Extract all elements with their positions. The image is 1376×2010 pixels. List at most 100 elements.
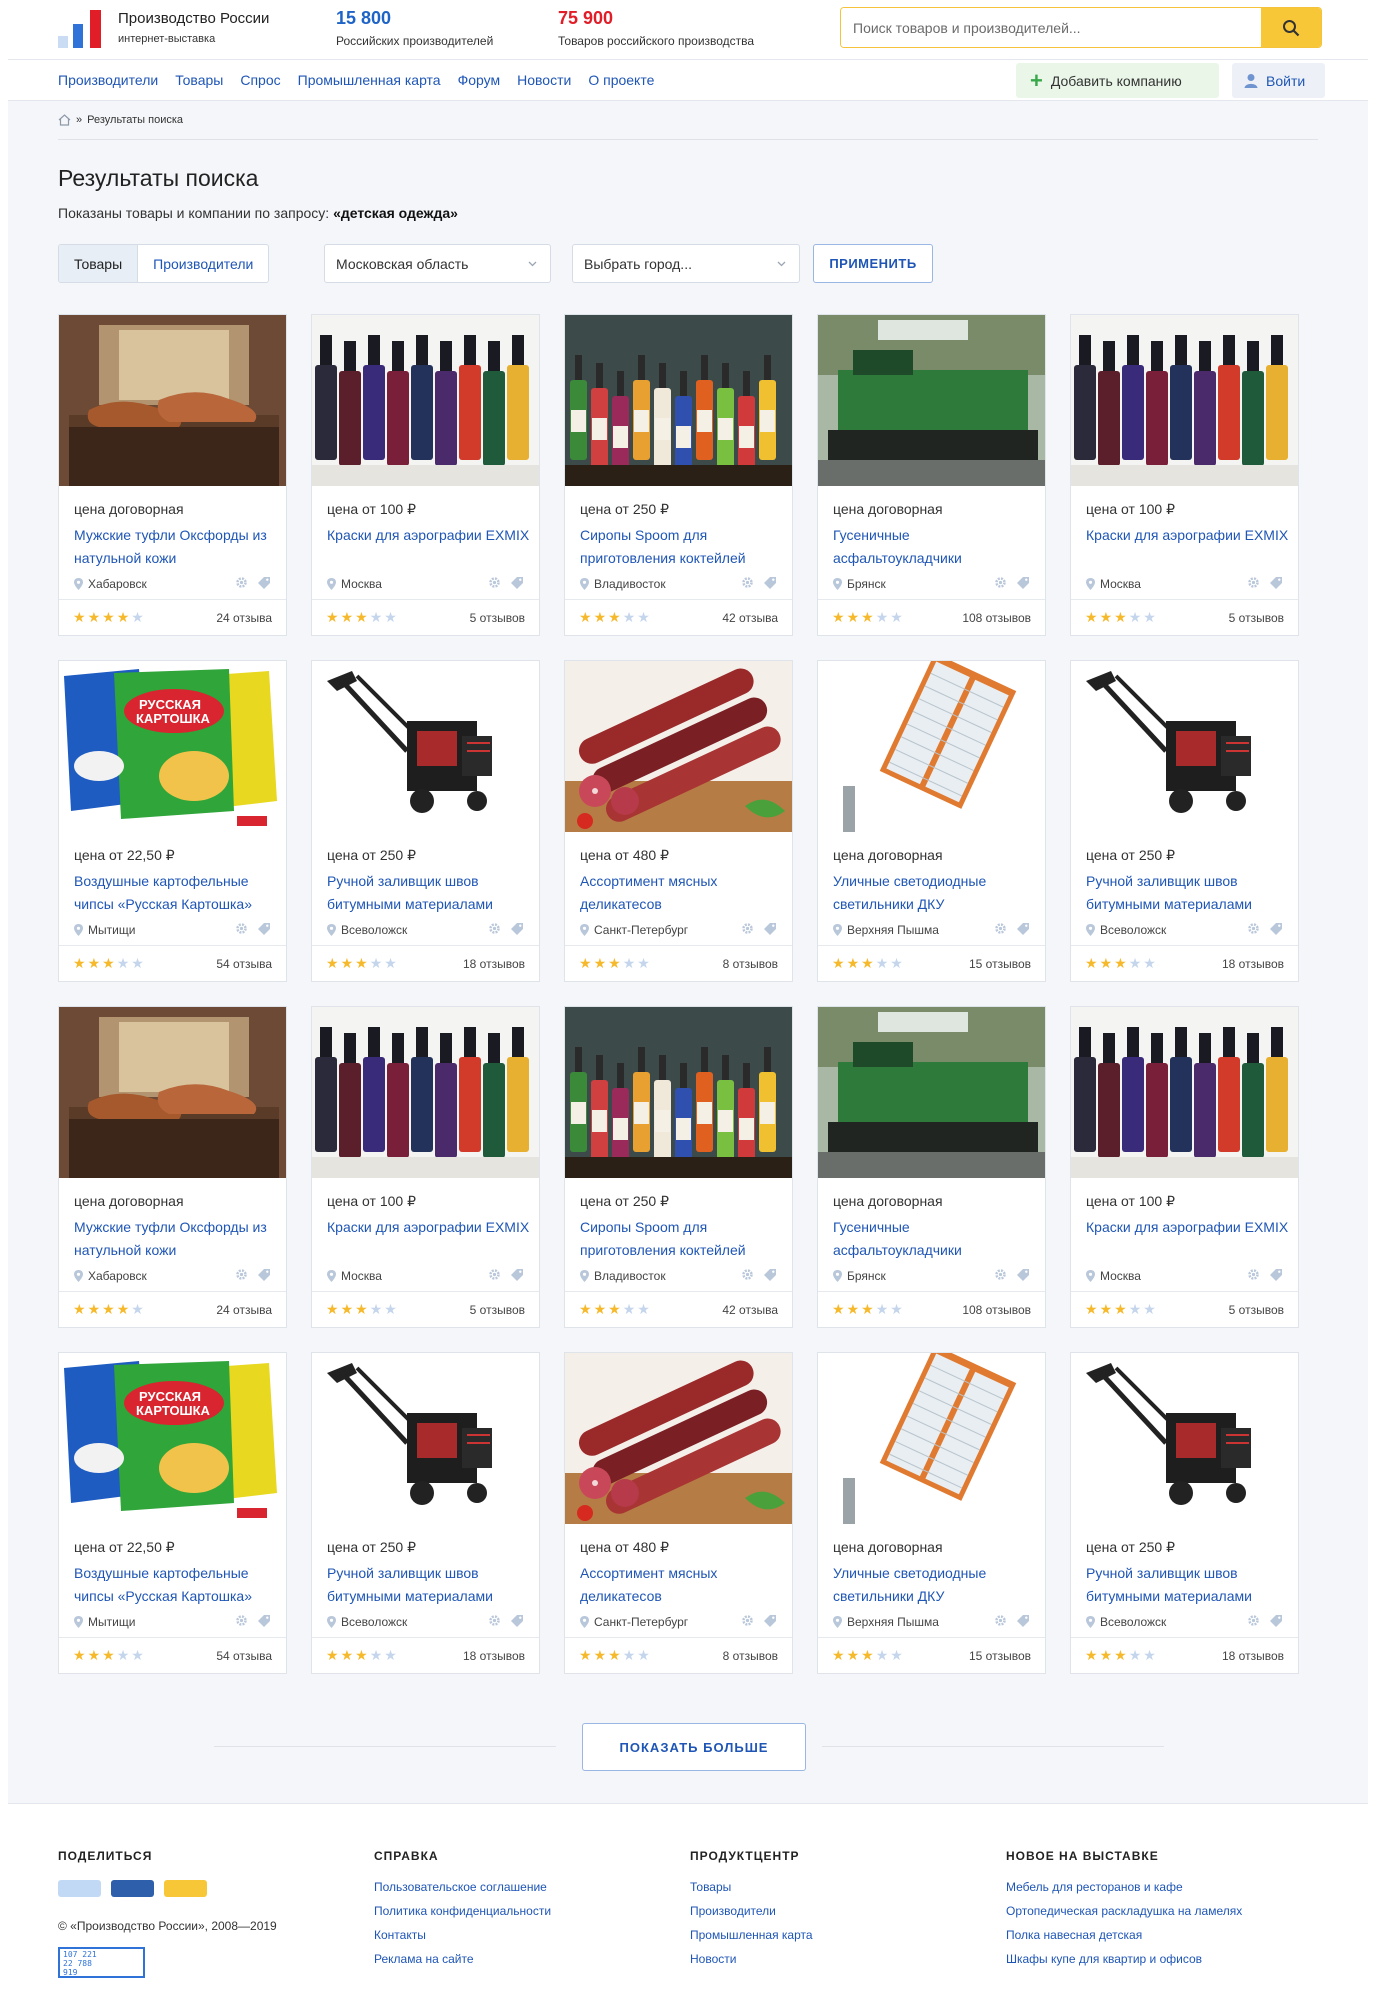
product-card[interactable]: цена договорная Гусеничные асфальтоуклад… bbox=[817, 1006, 1046, 1328]
reviews-count[interactable]: 42 отзыва bbox=[722, 611, 778, 625]
tag-icon[interactable] bbox=[1017, 1268, 1030, 1281]
product-title-link[interactable]: Краски для аэрографии EXMIX bbox=[1086, 524, 1291, 547]
gear-icon[interactable] bbox=[1247, 1268, 1260, 1281]
product-title-link[interactable]: Уличные светодиодные светильники ДКУ bbox=[833, 1562, 1038, 1608]
product-card[interactable]: цена от 480 ₽ Ассортимент мясных деликат… bbox=[564, 1352, 793, 1674]
product-image[interactable]: РУССКАЯ КАРТОШКА bbox=[59, 661, 286, 832]
product-card[interactable]: цена договорная Мужские туфли Оксфорды и… bbox=[58, 314, 287, 636]
footer-link-map[interactable]: Промышленная карта bbox=[690, 1928, 813, 1942]
product-image[interactable] bbox=[59, 315, 286, 486]
product-title-link[interactable]: Ручной заливщик швов битумными материала… bbox=[1086, 1562, 1291, 1608]
product-image[interactable] bbox=[1071, 1007, 1298, 1178]
region-select[interactable]: Московская область bbox=[324, 244, 551, 283]
product-title-link[interactable]: Мужские туфли Оксфорды из натульной кожи bbox=[74, 1216, 279, 1262]
reviews-count[interactable]: 5 отзывов bbox=[1229, 611, 1284, 625]
tag-icon[interactable] bbox=[1017, 576, 1030, 589]
reviews-count[interactable]: 18 отзывов bbox=[1222, 1649, 1284, 1663]
share-facebook-button[interactable] bbox=[111, 1880, 154, 1897]
footer-link-news[interactable]: Новости bbox=[690, 1952, 813, 1966]
product-card[interactable]: цена от 100 ₽ Краски для аэрографии EXMI… bbox=[311, 1006, 540, 1328]
gear-icon[interactable] bbox=[235, 922, 248, 935]
product-title-link[interactable]: Гусеничные асфальтоукладчики bbox=[833, 524, 1038, 570]
reviews-count[interactable]: 108 отзывов bbox=[962, 611, 1031, 625]
nav-makers[interactable]: Производители bbox=[58, 72, 158, 88]
reviews-count[interactable]: 8 отзывов bbox=[723, 957, 778, 971]
footer-link-contacts[interactable]: Контакты bbox=[374, 1928, 551, 1942]
gear-icon[interactable] bbox=[488, 922, 501, 935]
reviews-count[interactable]: 15 отзывов bbox=[969, 957, 1031, 971]
gear-icon[interactable] bbox=[235, 576, 248, 589]
product-image[interactable] bbox=[565, 1007, 792, 1178]
gear-icon[interactable] bbox=[1247, 922, 1260, 935]
product-card[interactable]: цена договорная Гусеничные асфальтоуклад… bbox=[817, 314, 1046, 636]
reviews-count[interactable]: 24 отзыва bbox=[216, 611, 272, 625]
nav-about[interactable]: О проекте bbox=[588, 72, 654, 88]
gear-icon[interactable] bbox=[741, 922, 754, 935]
gear-icon[interactable] bbox=[994, 1614, 1007, 1627]
reviews-count[interactable]: 5 отзывов bbox=[470, 611, 525, 625]
footer-link-new-item[interactable]: Полка навесная детская bbox=[1006, 1928, 1242, 1942]
reviews-count[interactable]: 18 отзывов bbox=[1222, 957, 1284, 971]
tag-icon[interactable] bbox=[764, 922, 777, 935]
product-image[interactable] bbox=[1071, 661, 1298, 832]
product-card[interactable]: цена договорная Уличные светодиодные све… bbox=[817, 1352, 1046, 1674]
tag-icon[interactable] bbox=[1017, 1614, 1030, 1627]
product-title-link[interactable]: Ассортимент мясных деликатесов bbox=[580, 1562, 785, 1608]
footer-link-new-item[interactable]: Мебель для ресторанов и кафе bbox=[1006, 1880, 1242, 1894]
reviews-count[interactable]: 5 отзывов bbox=[470, 1303, 525, 1317]
product-title-link[interactable]: Мужские туфли Оксфорды из натульной кожи bbox=[74, 524, 279, 570]
product-title-link[interactable]: Уличные светодиодные светильники ДКУ bbox=[833, 870, 1038, 916]
product-title-link[interactable]: Сиропы Spoom для приготовления коктейлей bbox=[580, 524, 785, 570]
tag-icon[interactable] bbox=[764, 1268, 777, 1281]
product-card[interactable]: цена от 250 ₽ Ручной заливщик швов битум… bbox=[311, 1352, 540, 1674]
product-image[interactable] bbox=[59, 1007, 286, 1178]
reviews-count[interactable]: 108 отзывов bbox=[962, 1303, 1031, 1317]
product-card[interactable]: РУССКАЯ КАРТОШКА цена от 22,50 ₽ Воздушны… bbox=[58, 660, 287, 982]
product-image[interactable] bbox=[312, 661, 539, 832]
product-card[interactable]: цена от 250 ₽ Ручной заливщик швов битум… bbox=[1070, 1352, 1299, 1674]
nav-news[interactable]: Новости bbox=[517, 72, 571, 88]
tag-icon[interactable] bbox=[511, 576, 524, 589]
reviews-count[interactable]: 18 отзывов bbox=[463, 1649, 525, 1663]
tag-icon[interactable] bbox=[258, 922, 271, 935]
product-image[interactable] bbox=[565, 315, 792, 486]
add-company-button[interactable]: + Добавить компанию bbox=[1016, 63, 1219, 98]
nav-goods[interactable]: Товары bbox=[175, 72, 223, 88]
tag-icon[interactable] bbox=[764, 576, 777, 589]
tag-icon[interactable] bbox=[258, 1614, 271, 1627]
product-image[interactable] bbox=[312, 1353, 539, 1524]
gear-icon[interactable] bbox=[741, 1268, 754, 1281]
product-card[interactable]: цена от 100 ₽ Краски для аэрографии EXMI… bbox=[1070, 314, 1299, 636]
product-card[interactable]: цена от 250 ₽ Сиропы Spoom для приготовл… bbox=[564, 1006, 793, 1328]
share-vk-button[interactable] bbox=[58, 1880, 101, 1897]
tag-icon[interactable] bbox=[1270, 1268, 1283, 1281]
product-title-link[interactable]: Краски для аэрографии EXMIX bbox=[327, 1216, 532, 1239]
footer-link-goods[interactable]: Товары bbox=[690, 1880, 813, 1894]
home-icon[interactable] bbox=[58, 114, 71, 126]
gear-icon[interactable] bbox=[235, 1268, 248, 1281]
product-image[interactable]: РУССКАЯ КАРТОШКА bbox=[59, 1353, 286, 1524]
reviews-count[interactable]: 5 отзывов bbox=[1229, 1303, 1284, 1317]
footer-link-makers[interactable]: Производители bbox=[690, 1904, 813, 1918]
product-title-link[interactable]: Воздушные картофельные чипсы «Русская Ка… bbox=[74, 1562, 279, 1608]
product-title-link[interactable]: Ручной заливщик швов битумными материала… bbox=[327, 870, 532, 916]
nav-demand[interactable]: Спрос bbox=[240, 72, 280, 88]
product-image[interactable] bbox=[818, 661, 1045, 832]
tag-icon[interactable] bbox=[258, 576, 271, 589]
product-image[interactable] bbox=[818, 1007, 1045, 1178]
footer-link-new-item[interactable]: Шкафы купе для квартир и офисов bbox=[1006, 1952, 1242, 1966]
tag-icon[interactable] bbox=[1017, 922, 1030, 935]
tab-goods[interactable]: Товары bbox=[59, 245, 139, 282]
footer-link-terms[interactable]: Пользовательское соглашение bbox=[374, 1880, 551, 1894]
product-title-link[interactable]: Сиропы Spoom для приготовления коктейлей bbox=[580, 1216, 785, 1262]
tag-icon[interactable] bbox=[511, 922, 524, 935]
product-title-link[interactable]: Воздушные картофельные чипсы «Русская Ка… bbox=[74, 870, 279, 916]
gear-icon[interactable] bbox=[994, 576, 1007, 589]
city-select[interactable]: Выбрать город... bbox=[572, 244, 800, 283]
product-title-link[interactable]: Краски для аэрографии EXMIX bbox=[1086, 1216, 1291, 1239]
product-card[interactable]: цена от 250 ₽ Сиропы Spoom для приготовл… bbox=[564, 314, 793, 636]
product-image[interactable] bbox=[818, 1353, 1045, 1524]
product-card[interactable]: цена от 250 ₽ Ручной заливщик швов битум… bbox=[311, 660, 540, 982]
visit-counter[interactable]: 107 221 22 788 919 bbox=[58, 1947, 145, 1978]
product-card[interactable]: цена договорная Мужские туфли Оксфорды и… bbox=[58, 1006, 287, 1328]
